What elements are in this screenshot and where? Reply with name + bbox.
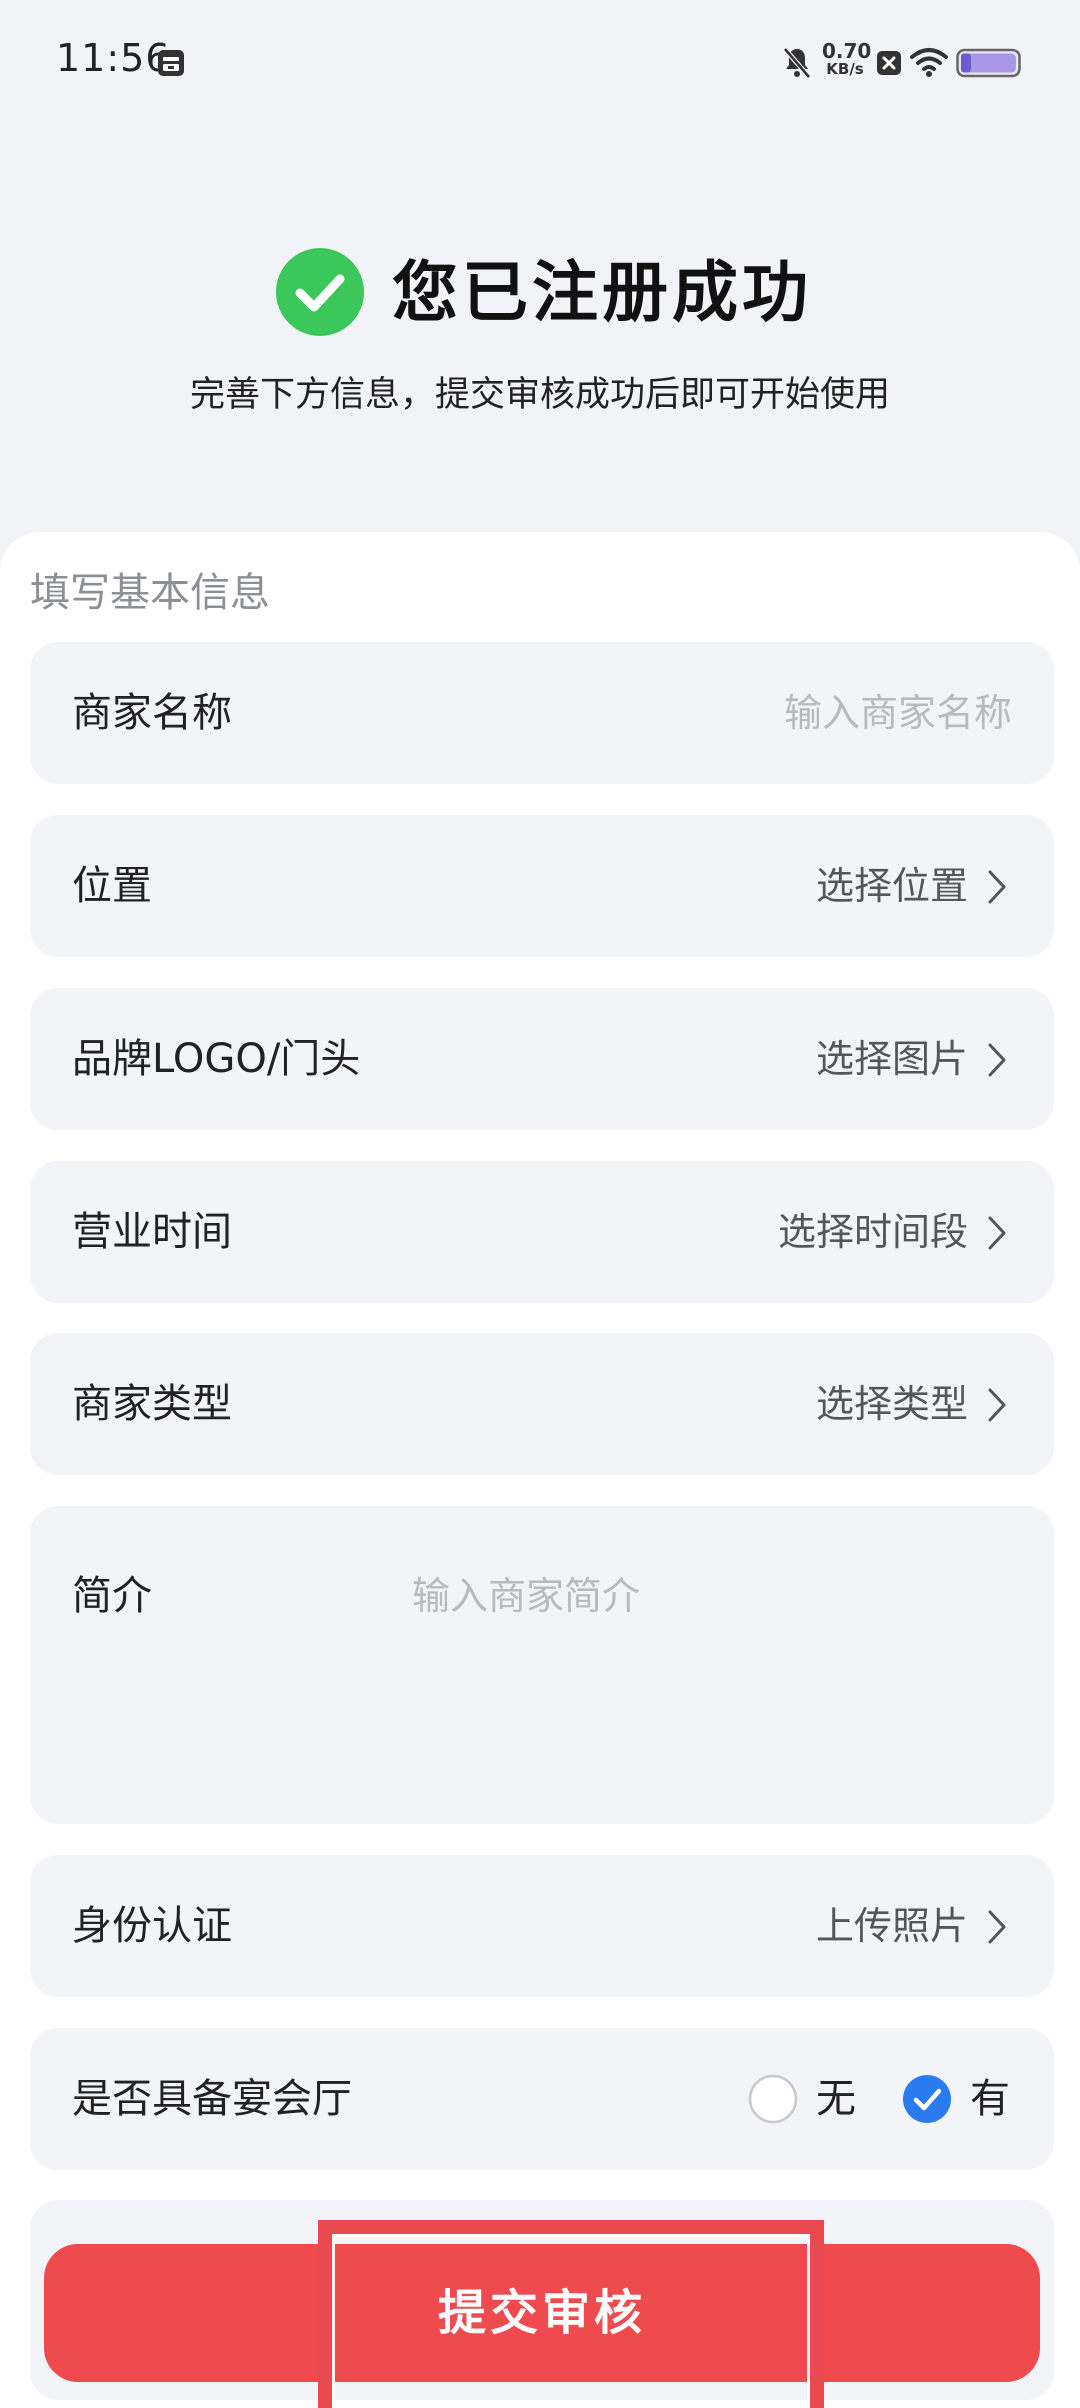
bell-muted-icon (783, 47, 811, 79)
battery-icon (956, 48, 1021, 78)
merchant-name-field[interactable]: 商家名称 输入商家名称 (30, 642, 1054, 784)
section-title: 填写基本信息 (30, 570, 270, 616)
brand-logo-field[interactable]: 品牌LOGO/门头 选择图片 (30, 988, 1054, 1130)
chevron-right-icon (988, 1216, 1006, 1250)
business-hours-value[interactable]: 选择时间段 (778, 1161, 968, 1303)
chevron-right-icon (988, 1388, 1006, 1422)
chevron-right-icon (988, 870, 1006, 904)
brand-logo-value[interactable]: 选择图片 (816, 988, 968, 1130)
check-circle-icon (276, 248, 364, 336)
status-bar: 11:56 0.70 KB/s (0, 0, 1080, 120)
location-label: 位置 (72, 863, 152, 909)
radio-none-label[interactable]: 无 (816, 2028, 856, 2170)
location-field[interactable]: 位置 选择位置 (30, 815, 1054, 957)
merchant-type-field[interactable]: 商家类型 选择类型 (30, 1333, 1054, 1475)
status-time: 11:56 (56, 36, 171, 80)
intro-label: 简介 (72, 1573, 152, 1619)
radio-yes-checked[interactable] (902, 2074, 952, 2124)
page: 11:56 0.70 KB/s 您已注册成功 完善下方信息，提交审核成功后即可开… (0, 0, 1080, 2408)
success-title: 您已注册成功 (392, 254, 812, 331)
radio-yes-label[interactable]: 有 (970, 2028, 1010, 2170)
success-header: 您已注册成功 (0, 240, 1080, 340)
business-hours-label: 营业时间 (72, 1209, 232, 1255)
brand-logo-label: 品牌LOGO/门头 (72, 1036, 361, 1082)
merchant-type-label: 商家类型 (72, 1381, 232, 1427)
id-verification-value[interactable]: 上传照片 (816, 1855, 968, 1997)
net-speed: 0.70 KB/s (822, 39, 872, 78)
chevron-right-icon (988, 1910, 1006, 1944)
chevron-right-icon (988, 1043, 1006, 1077)
banquet-hall-field: 是否具备宴会厅 无 有 (30, 2028, 1054, 2170)
merchant-name-input[interactable]: 输入商家名称 (784, 642, 1012, 784)
merchant-name-label: 商家名称 (72, 690, 232, 736)
id-verification-field[interactable]: 身份认证 上传照片 (30, 1855, 1054, 1997)
id-verification-label: 身份认证 (72, 1903, 232, 1949)
intro-textarea[interactable]: 输入商家简介 (412, 1576, 640, 1616)
banquet-hall-label: 是否具备宴会厅 (72, 2076, 352, 2122)
intro-field[interactable]: 简介 输入商家简介 (30, 1506, 1054, 1824)
close-box-icon (877, 51, 901, 75)
radio-none[interactable] (748, 2074, 798, 2124)
sim-card-icon (158, 50, 184, 76)
success-subtitle: 完善下方信息，提交审核成功后即可开始使用 (189, 375, 890, 415)
merchant-type-value[interactable]: 选择类型 (816, 1333, 968, 1475)
business-hours-field[interactable]: 营业时间 选择时间段 (30, 1161, 1054, 1303)
highlight-box-inner (332, 2234, 810, 2408)
wifi-icon (910, 48, 948, 77)
location-value[interactable]: 选择位置 (816, 815, 968, 957)
